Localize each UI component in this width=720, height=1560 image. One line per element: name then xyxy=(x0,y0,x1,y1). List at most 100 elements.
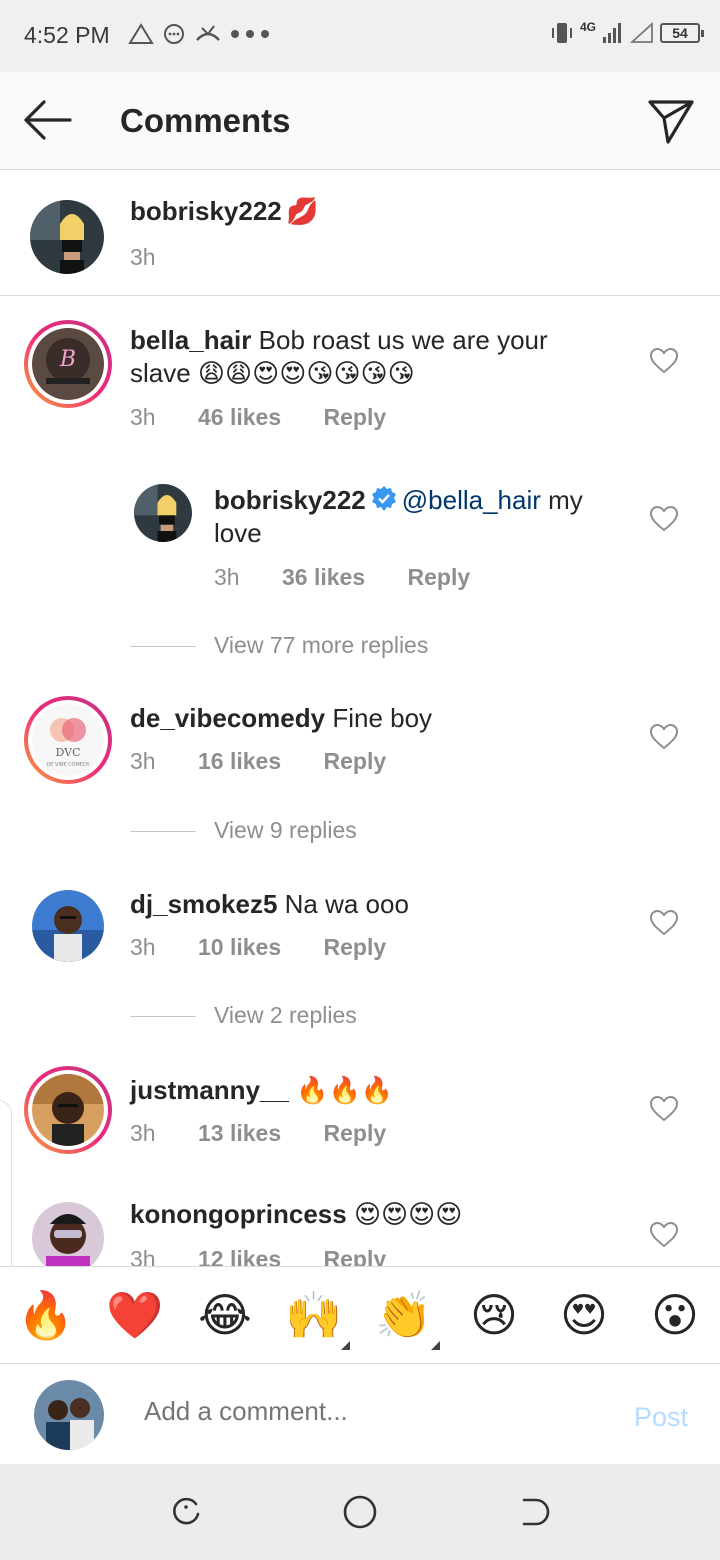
reply-time: 3h xyxy=(214,564,240,590)
warning-icon xyxy=(128,23,154,44)
comment-item: DVC DE VIBE COMEDY de_vibecomedy Fine boy… xyxy=(0,690,720,810)
caption-time: 3h xyxy=(130,244,156,270)
avatar[interactable] xyxy=(30,200,104,274)
chat-bubble-icon xyxy=(164,24,184,44)
emoji-raised-hands[interactable]: 🙌 xyxy=(284,1287,344,1343)
comment-item: justmanny__ 🔥🔥🔥 3h 13 likes Reply xyxy=(0,1062,720,1182)
avatar-logo-text: DVC xyxy=(56,746,81,759)
emoji-wow[interactable]: 😮 xyxy=(645,1287,705,1343)
status-bar: 4:52 PM 4G 54 xyxy=(0,0,720,72)
comment-time: 3h xyxy=(130,404,156,430)
view-more-replies[interactable]: View 9 replies xyxy=(130,817,357,844)
comment-item: dj_smokez5 Na wa ooo 3h 10 likes Reply xyxy=(0,876,720,996)
comment-item: B bella_hair Bob roast us we are your sl… xyxy=(0,296,720,436)
heart-icon[interactable] xyxy=(650,506,678,532)
skin-tone-indicator xyxy=(341,1341,350,1350)
reply-button[interactable]: Reply xyxy=(324,748,387,774)
comment-username[interactable]: justmanny__ xyxy=(130,1075,289,1105)
comment-time: 3h xyxy=(130,748,156,774)
post-caption: bobrisky222 💋 3h xyxy=(0,170,720,296)
comment-input[interactable] xyxy=(144,1396,564,1427)
reply-button[interactable]: Reply xyxy=(324,1246,387,1266)
home-icon[interactable] xyxy=(342,1494,378,1530)
svg-text:B: B xyxy=(59,347,76,372)
page-title: Comments xyxy=(120,102,291,139)
signal-empty-icon xyxy=(630,22,653,43)
direct-share-icon[interactable] xyxy=(646,96,696,146)
reply-button[interactable]: Reply xyxy=(324,1120,387,1146)
view-more-replies[interactable]: View 77 more replies xyxy=(130,632,428,659)
reply-text-line2: love xyxy=(214,518,262,548)
avatar[interactable] xyxy=(32,1202,104,1266)
system-nav-bar xyxy=(0,1464,720,1560)
comment-item: konongoprincess 😍😍😍😍 3h 12 likes Reply xyxy=(0,1190,720,1266)
emoji-clap[interactable]: 👏 xyxy=(374,1287,434,1343)
emoji-heart-eyes[interactable]: 😍 xyxy=(554,1287,614,1343)
avatar[interactable] xyxy=(134,484,192,542)
heart-icon[interactable] xyxy=(650,724,678,750)
heart-icon[interactable] xyxy=(650,348,678,374)
likes-count[interactable]: 36 likes xyxy=(282,564,365,590)
network-type: 4G xyxy=(579,20,596,34)
likes-count[interactable]: 46 likes xyxy=(198,404,281,430)
heart-icon[interactable] xyxy=(650,910,678,936)
missed-call-icon xyxy=(196,25,220,41)
avatar[interactable] xyxy=(32,890,104,962)
story-avatar[interactable]: B xyxy=(24,320,112,408)
comment-username[interactable]: konongoprincess xyxy=(130,1199,347,1229)
emoji-heart[interactable]: ❤️ xyxy=(105,1287,165,1343)
comment-time: 3h xyxy=(130,1120,156,1146)
heart-icon[interactable] xyxy=(650,1222,678,1248)
emoji-cry[interactable]: 😢 xyxy=(464,1287,524,1343)
post-button[interactable]: Post xyxy=(634,1402,688,1433)
comment-text: Na wa ooo xyxy=(284,889,409,919)
likes-count[interactable]: 10 likes xyxy=(198,934,281,960)
reply-text: my xyxy=(540,485,583,515)
heart-icon[interactable] xyxy=(650,1096,678,1122)
reply-button[interactable]: Reply xyxy=(324,934,387,960)
verified-badge-icon xyxy=(371,486,396,511)
reply-button[interactable]: Reply xyxy=(408,564,471,590)
story-avatar[interactable] xyxy=(24,1066,112,1154)
comment-username[interactable]: de_vibecomedy xyxy=(130,703,325,733)
back-arrow-icon[interactable] xyxy=(22,98,74,142)
emoji-joy[interactable]: 😂 xyxy=(195,1287,255,1343)
comment-text: Bob roast us we are your xyxy=(258,325,548,355)
emoji-fire[interactable]: 🔥 xyxy=(16,1287,76,1343)
status-time: 4:52 PM xyxy=(24,22,110,48)
caption-username[interactable]: bobrisky222 xyxy=(130,196,282,226)
emoji-quick-bar: 🔥 ❤️ 😂 🙌 👏 😢 😍 😮 xyxy=(0,1266,720,1364)
comment-text: Fine boy xyxy=(332,703,433,733)
lips-icon: 💋 xyxy=(286,196,319,226)
battery-icon: 54 xyxy=(660,23,704,43)
recents-icon[interactable] xyxy=(168,1494,204,1530)
comment-time: 3h xyxy=(130,934,156,960)
reply-item: bobrisky222 @bella_hair my love 3h 36 lik… xyxy=(0,470,720,600)
likes-count[interactable]: 12 likes xyxy=(198,1246,281,1266)
skin-tone-indicator xyxy=(431,1341,440,1350)
comment-text-line2: slave 😩😩😍😍😘😘😘😘 xyxy=(130,358,415,388)
view-more-replies[interactable]: View 2 replies xyxy=(130,1002,357,1029)
comment-input-bar: Post xyxy=(0,1364,720,1464)
comment-text: 🔥🔥🔥 xyxy=(296,1075,394,1105)
comments-list[interactable]: bobrisky222 💋 3h B bella_hair Bob roast … xyxy=(0,170,720,1266)
system-icons: 4G 54 xyxy=(550,20,704,46)
comments-header: Comments xyxy=(0,72,720,170)
comment-username[interactable]: bella_hair xyxy=(130,325,251,355)
story-avatar[interactable]: DVC DE VIBE COMEDY xyxy=(24,696,112,784)
mention-link[interactable]: @bella_hair xyxy=(402,485,541,515)
signal-icon xyxy=(603,23,621,43)
back-nav-icon[interactable] xyxy=(516,1494,552,1530)
reply-button[interactable]: Reply xyxy=(324,404,387,430)
vibrate-icon xyxy=(551,23,572,43)
avatar-logo-subtext: DE VIBE COMEDY xyxy=(46,762,90,768)
likes-count[interactable]: 13 likes xyxy=(198,1120,281,1146)
comment-text: 😍😍😍😍 xyxy=(353,1199,463,1229)
comment-username[interactable]: dj_smokez5 xyxy=(130,889,277,919)
more-dots-icon xyxy=(231,30,269,38)
likes-count[interactable]: 16 likes xyxy=(198,748,281,774)
reply-username[interactable]: bobrisky222 xyxy=(214,485,366,515)
comment-time: 3h xyxy=(130,1246,156,1266)
notification-icons xyxy=(128,22,270,46)
my-avatar xyxy=(34,1380,104,1450)
